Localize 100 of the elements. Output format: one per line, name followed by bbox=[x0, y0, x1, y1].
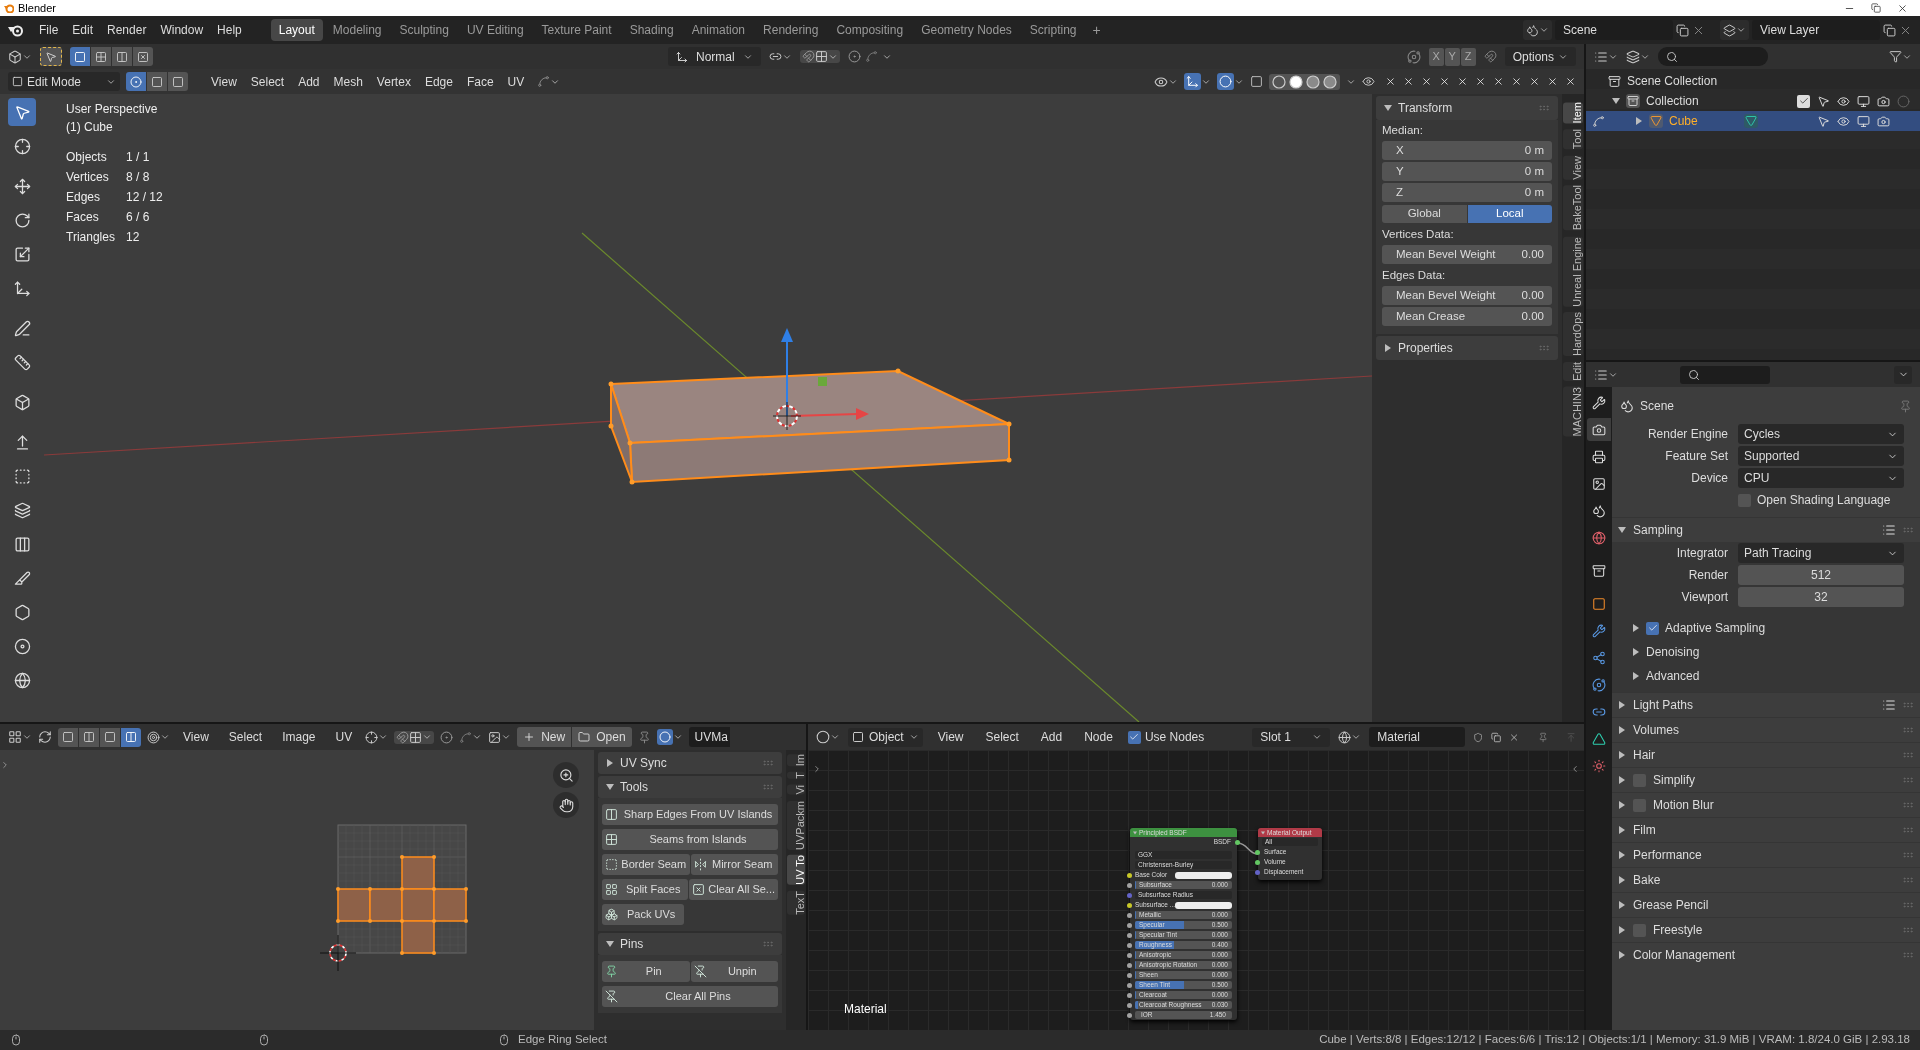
panel-header[interactable]: UV Sync bbox=[598, 752, 782, 774]
panel-header[interactable]: Volumes bbox=[1612, 718, 1920, 742]
panel-header[interactable]: Grease Pencil bbox=[1612, 893, 1920, 917]
sidebar-tab[interactable]: BakeTool bbox=[1563, 185, 1583, 231]
tool-button[interactable]: Pin bbox=[602, 961, 690, 982]
panel-header[interactable]: Properties bbox=[1376, 336, 1558, 360]
menu-item[interactable]: Add bbox=[291, 71, 327, 92]
number-field[interactable]: Z 0 m bbox=[1382, 183, 1552, 202]
sidebar-tab[interactable]: Vi bbox=[787, 784, 805, 795]
sidebar-tab[interactable]: Edit bbox=[1563, 362, 1583, 382]
panel-header[interactable]: Hair bbox=[1612, 743, 1920, 767]
sidebar-tab[interactable]: MACHIN3 bbox=[1563, 387, 1583, 437]
toggle-button[interactable]: Global bbox=[1382, 205, 1467, 223]
tool-button[interactable]: Split Faces bbox=[602, 879, 689, 900]
menu-item[interactable]: UV bbox=[500, 71, 532, 92]
dropdown[interactable]: Cycles bbox=[1738, 424, 1904, 444]
menu-item[interactable]: Select bbox=[221, 727, 270, 747]
tool-button[interactable]: Pack UVs bbox=[602, 904, 685, 925]
menu-item[interactable]: Select bbox=[243, 71, 292, 92]
number-field[interactable]: Y 0 m bbox=[1382, 162, 1552, 181]
menu-item[interactable]: Face bbox=[459, 71, 501, 92]
panel-header[interactable]: Bake bbox=[1612, 868, 1920, 892]
number-field[interactable]: Mean Bevel Weight 0.00 bbox=[1382, 286, 1552, 305]
menu-item[interactable]: Window bbox=[153, 20, 211, 40]
menu-item[interactable]: Vertex bbox=[369, 71, 418, 92]
sidebar-tab[interactable]: UV To bbox=[787, 855, 805, 886]
uv-map-field[interactable]: UVMa bbox=[688, 727, 730, 747]
panel-header[interactable]: Color Management bbox=[1612, 943, 1920, 967]
sidebar-tab[interactable]: T bbox=[787, 772, 805, 779]
sidebar-tab[interactable]: HardOps bbox=[1563, 312, 1583, 357]
panel-header[interactable]: Pins bbox=[598, 933, 782, 955]
workspace-tab[interactable]: Scripting bbox=[1021, 19, 1085, 41]
number-field[interactable]: Mean Crease 0.00 bbox=[1382, 307, 1552, 326]
tool-button[interactable]: Sharp Edges From UV Islands bbox=[602, 804, 778, 825]
menu-item[interactable]: Add bbox=[1033, 727, 1070, 747]
panel-header[interactable]: Performance bbox=[1612, 843, 1920, 867]
number-field[interactable]: Mean Bevel Weight 0.00 bbox=[1382, 245, 1552, 264]
workspace-tab[interactable]: Rendering bbox=[755, 19, 827, 41]
sidebar-tab[interactable]: View bbox=[1563, 155, 1583, 180]
number-field[interactable]: 512 bbox=[1738, 565, 1904, 585]
menu-item[interactable]: Help bbox=[210, 20, 249, 40]
panel-header[interactable]: Light Paths bbox=[1612, 693, 1920, 717]
workspace-tab[interactable]: Geometry Nodes bbox=[913, 19, 1020, 41]
view-layer-field[interactable]: View Layer bbox=[1752, 20, 1880, 40]
workspace-tab[interactable]: Modeling bbox=[324, 19, 390, 41]
menu-item[interactable]: Select bbox=[978, 727, 1026, 747]
new-image-button[interactable]: New bbox=[517, 727, 572, 747]
workspace-tab[interactable]: Animation bbox=[683, 19, 754, 41]
scene-field[interactable]: Scene bbox=[1555, 20, 1673, 40]
workspace-tab[interactable]: UV Editing bbox=[458, 19, 532, 41]
sidebar-tab[interactable]: Unreal Engine bbox=[1563, 236, 1583, 307]
subpanel-header[interactable]: Denoising bbox=[1612, 640, 1920, 664]
panel-header[interactable]: Sampling bbox=[1612, 518, 1920, 542]
options-dropdown[interactable]: Options bbox=[1504, 47, 1576, 66]
menu-item[interactable]: Mesh bbox=[326, 71, 370, 92]
workspace-tab[interactable]: Layout bbox=[270, 19, 323, 41]
workspace-tab[interactable]: Sculpting bbox=[391, 19, 457, 41]
use-nodes-checkbox[interactable]: Use Nodes bbox=[1127, 728, 1205, 746]
dropdown[interactable]: Path Tracing bbox=[1738, 543, 1904, 563]
tool-button[interactable]: Unpin bbox=[690, 961, 778, 982]
menu-item[interactable]: Render bbox=[100, 20, 154, 40]
workspace-tab[interactable]: Compositing bbox=[828, 19, 912, 41]
menu-item[interactable]: Image bbox=[275, 727, 323, 747]
menu-item[interactable]: Node bbox=[1077, 727, 1120, 747]
add-workspace-button[interactable]: + bbox=[1086, 19, 1107, 41]
shader-type-dropdown[interactable]: Object bbox=[848, 727, 923, 747]
menu-item[interactable]: View bbox=[930, 727, 971, 747]
sidebar-tab[interactable]: UVPackm bbox=[787, 800, 805, 850]
dropdown[interactable]: Supported bbox=[1738, 446, 1904, 466]
subpanel-header[interactable]: Advanced bbox=[1612, 664, 1920, 688]
menu-item[interactable]: Edit bbox=[65, 20, 101, 40]
material-field[interactable]: Material bbox=[1369, 727, 1466, 747]
sidebar-tab[interactable]: Item bbox=[1563, 102, 1583, 124]
checkbox[interactable]: Open Shading Language bbox=[1738, 491, 1891, 509]
open-image-button[interactable]: Open bbox=[572, 727, 632, 747]
slot-dropdown[interactable]: Slot 1 bbox=[1252, 727, 1331, 747]
panel-header[interactable]: Transform bbox=[1376, 96, 1558, 120]
panel-header[interactable]: Freestyle bbox=[1612, 918, 1920, 942]
menu-item[interactable]: UV bbox=[328, 727, 360, 747]
tool-button[interactable]: Border Seam bbox=[602, 854, 690, 875]
dropdown[interactable]: CPU bbox=[1738, 468, 1904, 488]
workspace-tab[interactable]: Shading bbox=[621, 19, 682, 41]
outliner-row[interactable]: Scene Collection bbox=[1586, 71, 1920, 91]
menu-item[interactable]: Edge bbox=[417, 71, 460, 92]
number-field[interactable]: 32 bbox=[1738, 587, 1904, 607]
tool-button[interactable]: Clear All Pins bbox=[602, 986, 778, 1007]
panel-header[interactable]: Tools bbox=[598, 776, 782, 798]
menu-item[interactable]: View bbox=[176, 727, 216, 747]
subpanel-header[interactable]: Adaptive Sampling bbox=[1612, 616, 1920, 640]
mode-dropdown[interactable]: Edit Mode bbox=[8, 72, 120, 91]
tool-button[interactable]: Seams from Islands bbox=[602, 829, 778, 850]
sidebar-tab[interactable]: TexT bbox=[787, 891, 805, 916]
sidebar-tab[interactable]: Im bbox=[787, 754, 805, 767]
tool-button[interactable]: Mirror Seam bbox=[690, 854, 778, 875]
workspace-tab[interactable]: Texture Paint bbox=[533, 19, 620, 41]
number-field[interactable]: X 0 m bbox=[1382, 141, 1552, 160]
panel-header[interactable]: Simplify bbox=[1612, 768, 1920, 792]
tool-button[interactable]: Clear All Se... bbox=[689, 879, 778, 900]
toggle-button[interactable]: Local bbox=[1467, 205, 1552, 223]
orientation-dropdown[interactable]: Normal bbox=[668, 47, 761, 66]
